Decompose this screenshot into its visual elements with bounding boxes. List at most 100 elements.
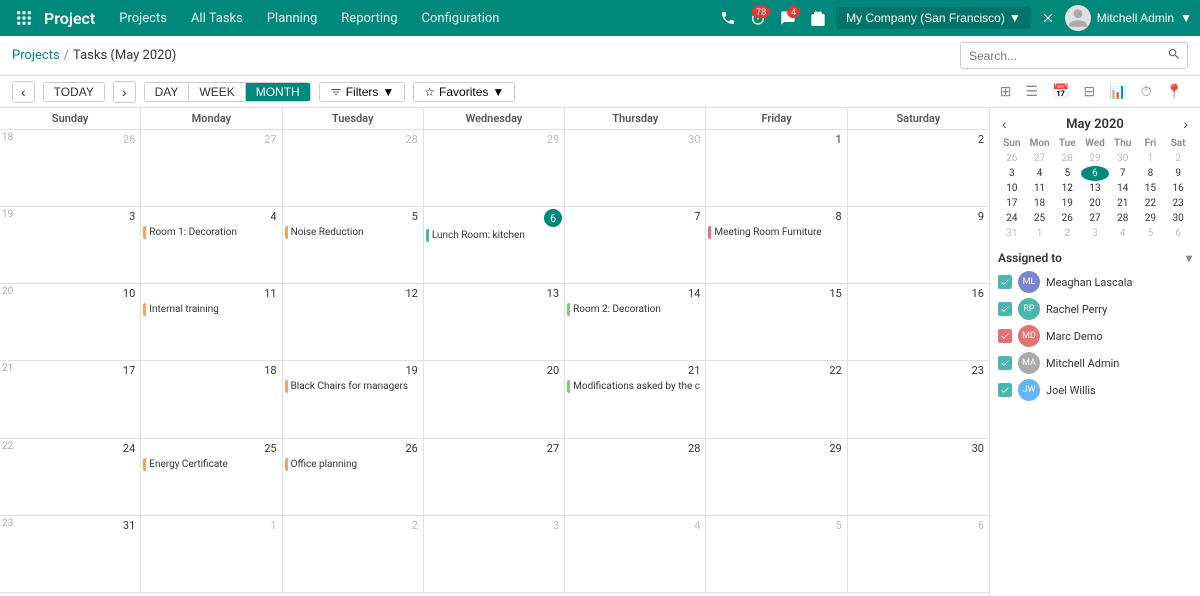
- mini-cal-day[interactable]: 12: [1053, 181, 1081, 196]
- mini-cal-day[interactable]: 2: [1164, 151, 1192, 166]
- cal-cell[interactable]: 2224: [0, 439, 141, 516]
- mini-cal-day[interactable]: 16: [1164, 181, 1192, 196]
- assigned-item[interactable]: RPRachel Perry: [998, 298, 1192, 320]
- assigned-item[interactable]: JWJoel Willis: [998, 379, 1192, 401]
- event-bar[interactable]: Energy Certificate: [143, 458, 279, 471]
- calendar-view-btn[interactable]: 📅: [1047, 80, 1074, 103]
- cal-cell[interactable]: 30: [565, 130, 706, 207]
- cal-cell[interactable]: 16: [848, 284, 989, 361]
- kanban-view-btn[interactable]: ⊞: [995, 80, 1017, 103]
- event-bar[interactable]: Office planning: [285, 458, 421, 471]
- mini-cal-day[interactable]: 4: [1026, 166, 1054, 181]
- cal-cell[interactable]: 18: [141, 361, 282, 438]
- cal-cell[interactable]: 2010: [0, 284, 141, 361]
- next-button[interactable]: ›: [113, 81, 136, 103]
- cal-cell[interactable]: 28: [283, 130, 424, 207]
- mini-cal-day[interactable]: 30: [1109, 151, 1137, 166]
- mini-cal-day[interactable]: 8: [1137, 166, 1165, 181]
- mini-cal-day[interactable]: 2: [1053, 226, 1081, 241]
- event-bar[interactable]: Meeting Room Furniture: [708, 226, 844, 239]
- mini-cal-day[interactable]: 28: [1109, 211, 1137, 226]
- search-button[interactable]: [1161, 43, 1187, 68]
- mini-cal-day[interactable]: 31: [998, 226, 1026, 241]
- mini-cal-day[interactable]: 29: [1137, 211, 1165, 226]
- nav-all-tasks[interactable]: All Tasks: [179, 0, 255, 36]
- map-view-btn[interactable]: 📍: [1161, 80, 1188, 103]
- mini-cal-day[interactable]: 27: [1026, 151, 1054, 166]
- event-bar[interactable]: Modifications asked by the c: [567, 380, 703, 393]
- close-icon-btn[interactable]: [1037, 7, 1059, 29]
- mini-cal-day[interactable]: 27: [1081, 211, 1109, 226]
- cal-cell[interactable]: 5Noise Reduction: [283, 207, 424, 284]
- breadcrumb-parent[interactable]: Projects: [12, 48, 60, 63]
- cal-cell[interactable]: 29: [424, 130, 565, 207]
- cal-cell[interactable]: 12: [283, 284, 424, 361]
- cal-cell[interactable]: 8Meeting Room Furniture: [706, 207, 847, 284]
- cal-cell[interactable]: 13: [424, 284, 565, 361]
- mini-cal-day[interactable]: 22: [1137, 196, 1165, 211]
- mini-cal-prev[interactable]: ‹: [998, 116, 1011, 132]
- gift-icon-btn[interactable]: [806, 6, 830, 30]
- event-bar[interactable]: Room 1: Decoration: [143, 226, 279, 239]
- event-bar[interactable]: Lunch Room: kitchen: [426, 229, 562, 242]
- mini-cal-day[interactable]: 21: [1109, 196, 1137, 211]
- cal-cell[interactable]: 193: [0, 207, 141, 284]
- mini-cal-day[interactable]: 4: [1109, 226, 1137, 241]
- mini-cal-day[interactable]: 17: [998, 196, 1026, 211]
- cal-cell[interactable]: 2: [283, 516, 424, 593]
- cal-cell[interactable]: 4: [565, 516, 706, 593]
- week-button[interactable]: WEEK: [189, 83, 245, 101]
- user-menu-button[interactable]: Mitchell Admin ▼: [1097, 11, 1192, 25]
- month-button[interactable]: MONTH: [246, 83, 310, 101]
- mini-cal-day[interactable]: 7: [1109, 166, 1137, 181]
- event-bar[interactable]: Black Chairs for managers: [285, 380, 421, 393]
- filters-button[interactable]: Filters ▼: [319, 82, 406, 102]
- cal-cell[interactable]: 4Room 1: Decoration: [141, 207, 282, 284]
- mini-cal-day[interactable]: 23: [1164, 196, 1192, 211]
- company-button[interactable]: My Company (San Francisco) ▼: [836, 7, 1031, 29]
- cal-cell[interactable]: 9: [848, 207, 989, 284]
- nav-planning[interactable]: Planning: [255, 0, 329, 36]
- prev-button[interactable]: ‹: [12, 81, 35, 103]
- assigned-item[interactable]: MLMeaghan Lascala: [998, 271, 1192, 293]
- cal-cell[interactable]: 2: [848, 130, 989, 207]
- mini-cal-day[interactable]: 24: [998, 211, 1026, 226]
- event-bar[interactable]: Room 2: Decoration: [567, 303, 703, 316]
- nav-projects[interactable]: Projects: [107, 0, 179, 36]
- cal-cell[interactable]: 20: [424, 361, 565, 438]
- cal-cell[interactable]: 5: [706, 516, 847, 593]
- mini-cal-day[interactable]: 10: [998, 181, 1026, 196]
- cal-cell[interactable]: 30: [848, 439, 989, 516]
- mini-cal-day[interactable]: 26: [998, 151, 1026, 166]
- cal-cell[interactable]: 7: [565, 207, 706, 284]
- chart-view-btn[interactable]: 📊: [1104, 80, 1131, 103]
- cal-cell[interactable]: 14Room 2: Decoration: [565, 284, 706, 361]
- cal-cell[interactable]: 19Black Chairs for managers: [283, 361, 424, 438]
- assigned-checkbox[interactable]: [998, 329, 1012, 343]
- mini-cal-day[interactable]: 25: [1026, 211, 1054, 226]
- mini-cal-day[interactable]: 11: [1026, 181, 1054, 196]
- cal-cell[interactable]: 3: [424, 516, 565, 593]
- mini-cal-day[interactable]: 28: [1053, 151, 1081, 166]
- cal-cell[interactable]: 27: [141, 130, 282, 207]
- mini-cal-day[interactable]: 5: [1137, 226, 1165, 241]
- search-input[interactable]: [961, 45, 1161, 67]
- assigned-item[interactable]: MDMarc Demo: [998, 325, 1192, 347]
- cal-cell[interactable]: 21Modifications asked by the c: [565, 361, 706, 438]
- favorites-button[interactable]: ☆ Favorites ▼: [413, 82, 515, 102]
- mini-cal-day[interactable]: 6: [1081, 166, 1109, 181]
- cal-cell[interactable]: 6: [848, 516, 989, 593]
- nav-configuration[interactable]: Configuration: [410, 0, 512, 36]
- cal-cell[interactable]: 25Energy Certificate: [141, 439, 282, 516]
- cal-cell[interactable]: 29: [706, 439, 847, 516]
- mini-cal-day[interactable]: 3: [998, 166, 1026, 181]
- mini-cal-day[interactable]: 18: [1026, 196, 1054, 211]
- chat-icon-btn[interactable]: 4: [776, 6, 800, 30]
- cal-cell[interactable]: 2331: [0, 516, 141, 593]
- mini-cal-day[interactable]: 30: [1164, 211, 1192, 226]
- cal-cell[interactable]: 26Office planning: [283, 439, 424, 516]
- cal-cell[interactable]: 22: [706, 361, 847, 438]
- mini-cal-next[interactable]: ›: [1179, 116, 1192, 132]
- cal-cell[interactable]: 28: [565, 439, 706, 516]
- cal-cell[interactable]: 23: [848, 361, 989, 438]
